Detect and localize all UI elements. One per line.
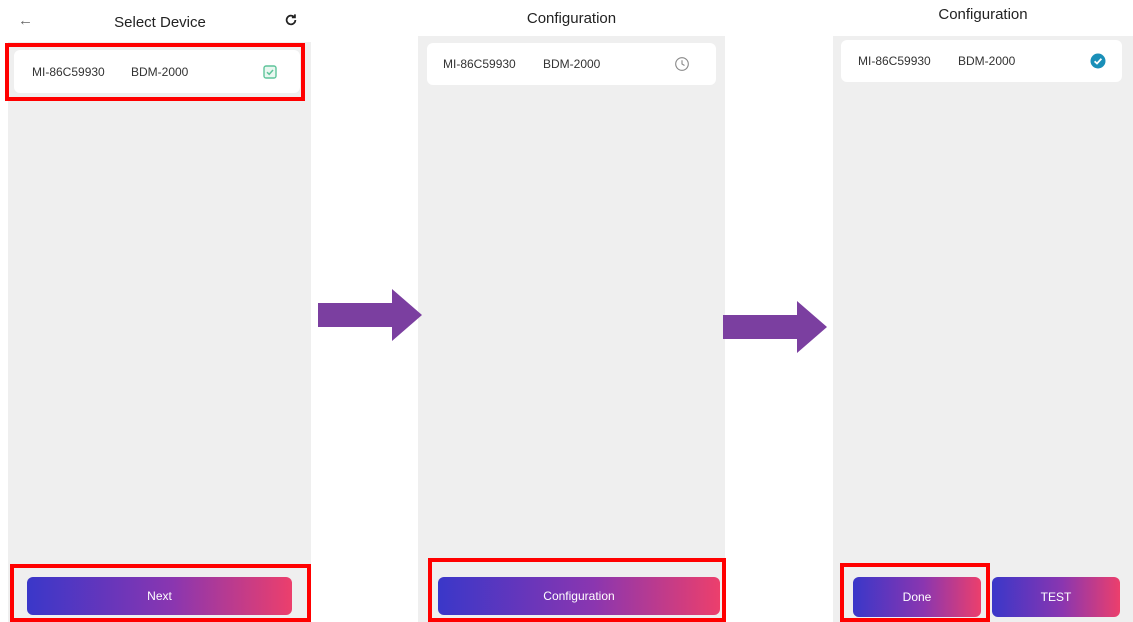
refresh-icon[interactable] [284,13,298,27]
page-title-configuration: Configuration [938,6,1028,23]
device-list-item[interactable]: MI-86C59930 BDM-2000 [14,50,300,93]
test-button[interactable]: TEST [992,577,1120,617]
device-list-item[interactable]: MI-86C59930 BDM-2000 [427,43,716,85]
checkbox-checked-icon[interactable] [262,64,278,80]
flow-arrow-icon [723,301,827,353]
clock-icon [675,57,689,71]
device-id: MI-86C59930 [32,64,105,79]
select-device-screen [8,42,311,622]
device-id: MI-86C59930 [443,57,516,71]
page-title-configuration: Configuration [526,10,617,27]
configuration-screen-complete [833,36,1133,622]
flow-arrow-icon [318,289,422,341]
back-arrow-icon[interactable]: ← [18,12,33,29]
configuration-button[interactable]: Configuration [438,577,720,615]
device-list-item[interactable]: MI-86C59930 BDM-2000 [841,40,1122,82]
device-model: BDM-2000 [958,54,1016,68]
device-model: BDM-2000 [543,57,601,71]
page-title-select-device: Select Device [114,14,206,31]
done-button[interactable]: Done [853,577,981,617]
check-circle-icon [1090,53,1106,69]
configuration-screen-pending [418,36,725,622]
device-id: MI-86C59930 [858,54,931,68]
device-model: BDM-2000 [131,64,189,79]
next-button[interactable]: Next [27,577,292,615]
